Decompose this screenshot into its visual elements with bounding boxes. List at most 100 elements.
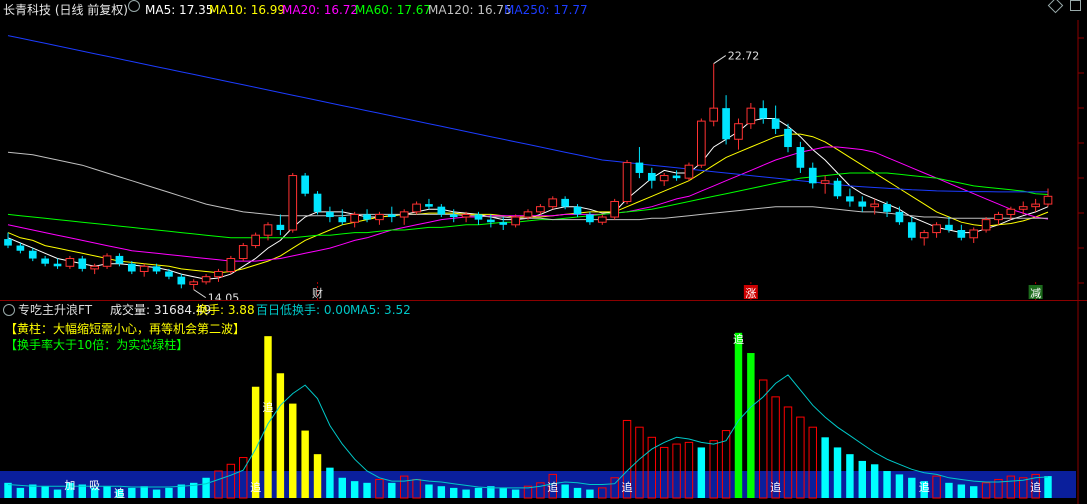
stock-title[interactable]: 长青科技 (日线 前复权) — [3, 0, 128, 20]
candle-body-up — [1031, 203, 1040, 208]
candle-body-down — [499, 222, 508, 225]
volume-bar — [264, 336, 272, 498]
signal-tag: 追 — [733, 332, 744, 346]
volume-ma5-line — [7, 374, 1049, 489]
candle-body-up — [969, 229, 979, 239]
candle-body-down — [4, 239, 12, 246]
candle-body-up — [1043, 195, 1053, 205]
candle-body-up — [461, 213, 471, 218]
square-icon[interactable] — [1070, 0, 1081, 11]
candle-body-down — [945, 224, 953, 230]
low100-label: 百日低换手: 0.00 — [256, 303, 351, 317]
candlestick-chart[interactable]: 22.72 14.05 财 涨 减 — [0, 20, 1087, 300]
ma10-label: MA10: 16.99 — [209, 3, 286, 17]
candle-body-up — [610, 200, 620, 218]
candle-body-down — [326, 211, 334, 218]
signal-tag: 追 — [770, 480, 781, 494]
main-header: 长青科技 (日线 前复权) MA5: 17.35 MA10: 16.99 MA2… — [0, 0, 1087, 20]
signal-tag: 追 — [919, 480, 930, 494]
candle-body-down — [647, 172, 656, 181]
candle-body-down — [152, 266, 161, 272]
signal-tag: 追 — [114, 486, 125, 500]
volume-bar — [41, 486, 49, 498]
candle-body-up — [548, 198, 558, 208]
volume-bar — [425, 484, 433, 498]
ma5-label: MA5: 17.35 — [145, 3, 214, 17]
signal-tag: 追 — [547, 480, 558, 494]
signal-tag: 追 — [622, 480, 633, 494]
volume-bar — [140, 486, 148, 498]
volume-bar — [326, 467, 334, 498]
volume-bar — [276, 373, 285, 498]
ma-line-ma10 — [7, 133, 1049, 274]
volume-bar — [870, 464, 879, 498]
event-marker-1: 涨 — [745, 287, 756, 300]
sub-header: 专吃主升浪FT 成交量: 31684.49 换手: 3.88 百日低换手: 0.… — [0, 301, 1087, 319]
candle-body-up — [90, 265, 100, 270]
candle-body-down — [722, 108, 730, 140]
volume-bar — [561, 484, 569, 498]
legend-green: 【换手率大于10倍：为实芯绿柱】 — [5, 338, 189, 352]
candle-body-down — [561, 198, 569, 207]
signal-tag: 吸 — [89, 479, 100, 492]
candle-body-up — [659, 175, 669, 182]
indicator-name[interactable]: 专吃主升浪FT — [18, 301, 92, 319]
ma250-label: MA250: 17.77 — [504, 3, 588, 17]
candle-body-down — [808, 167, 817, 184]
ma-line-ma250 — [7, 35, 1048, 193]
candle-body-down — [672, 175, 681, 179]
volume-bar — [908, 477, 916, 498]
volume-bar — [338, 477, 346, 498]
settings-icon[interactable] — [3, 304, 15, 316]
volume-bar — [895, 474, 904, 498]
candle-body-up — [102, 255, 112, 267]
candle-body-up — [1018, 206, 1028, 210]
ma20-label: MA20: 16.72 — [282, 3, 359, 17]
candle-body-down — [53, 263, 62, 267]
legend-yellow: 【黄柱：大幅缩短需小心，再等机会第二波】 — [5, 322, 246, 336]
candle-body-down — [276, 224, 285, 230]
candle-body-down — [165, 271, 173, 277]
candle-body-down — [301, 175, 309, 194]
diamond-icon[interactable] — [1047, 0, 1064, 14]
settings-icon[interactable] — [128, 0, 140, 12]
candle-body-down — [759, 108, 768, 119]
signal-tag: 追 — [1030, 480, 1041, 494]
volume-bar — [437, 486, 446, 498]
signal-tag: 追 — [250, 480, 261, 494]
volume-bar — [462, 489, 470, 498]
candle-body-up — [734, 123, 743, 140]
candle-body-down — [895, 211, 904, 223]
candle-body-down — [635, 162, 644, 173]
signal-tag: 加 — [64, 479, 75, 492]
event-marker-0: 财 — [312, 286, 323, 300]
volume-bar — [474, 487, 483, 498]
candle-body-up — [870, 203, 880, 208]
volume-bar — [511, 489, 520, 498]
ma120-label: MA120: 16.75 — [428, 3, 512, 17]
candle-body-up — [214, 270, 223, 278]
volume-bar — [573, 487, 582, 498]
volume-bar — [103, 486, 111, 498]
candle-body-down — [796, 147, 805, 168]
ma60-label: MA60: 17.67 — [355, 3, 432, 17]
volume-bar — [697, 447, 706, 498]
volume-bar — [289, 403, 297, 498]
candle-body-down — [425, 204, 433, 207]
candle-body-down — [846, 196, 854, 202]
candle-body-up — [412, 203, 421, 213]
volume-bar — [957, 484, 966, 498]
volume-bar — [945, 482, 953, 498]
candle-body-down — [957, 230, 966, 238]
candle-body-up — [139, 265, 149, 272]
candle-body-down — [363, 214, 371, 220]
volume-bar — [301, 430, 309, 498]
candle-body-up — [189, 281, 199, 285]
candle-body-down — [28, 250, 37, 259]
volume-bar — [1044, 476, 1052, 498]
candle-body-down — [784, 128, 792, 148]
volume-bar — [883, 471, 891, 498]
ma-line-ma20 — [7, 146, 1049, 262]
candle-body-up — [65, 258, 75, 267]
volume-bar — [586, 489, 594, 498]
